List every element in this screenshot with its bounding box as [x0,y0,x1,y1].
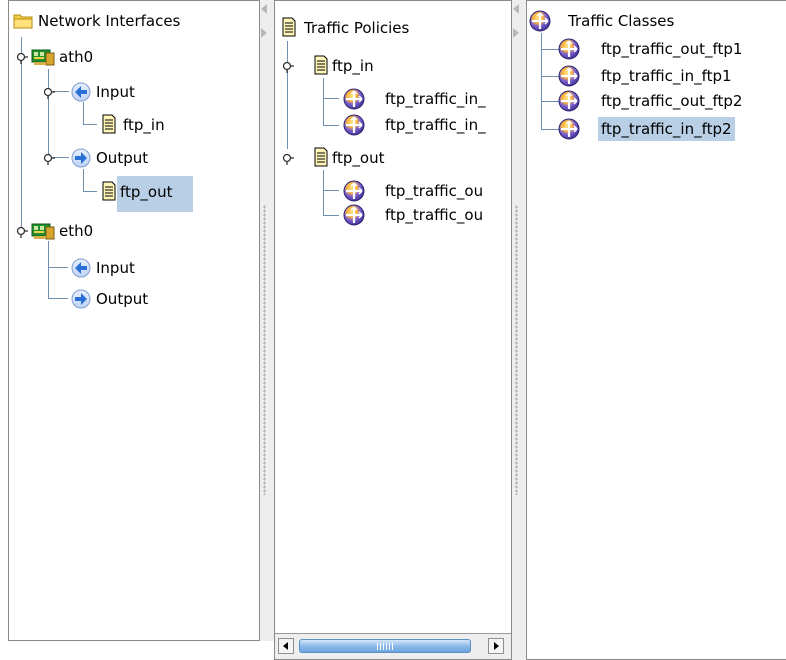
arrow-left-icon [71,258,91,278]
tree-label: ath0 [59,48,94,66]
tree-label: ftp_traffic_in_ftp1 [601,67,732,85]
document-icon [314,55,328,75]
tree-label: ftp_traffic_out_ftp2 [601,92,743,110]
tree-label: ftp_in [332,57,374,75]
globe-icon [558,65,580,87]
tree-label: ftp_traffic_out_ftp1 [601,40,743,58]
tree-node-traffic-class-selected[interactable]: ftp_traffic_in_ftp2 [527,117,786,141]
tree-label: Input [96,259,135,277]
collapse-right-icon[interactable] [513,28,519,38]
chevron-right-icon [494,642,499,650]
scroll-left-button[interactable] [278,638,294,654]
tree-node-eth0[interactable]: eth0 [9,219,209,243]
document-icon [314,147,328,167]
tree-node-traffic-class[interactable]: ftp_traffic_out_ftp2 [527,89,786,113]
tree-node-policy-class[interactable]: ftp_traffic_in_ [275,113,511,137]
globe-icon [343,204,365,226]
expand-toggle-icon[interactable] [280,59,294,73]
horizontal-scrollbar[interactable] [275,633,511,659]
globe-icon [558,38,580,60]
divider-grip-icon [515,205,518,495]
folder-icon [13,14,33,29]
tree-label: Network Interfaces [38,12,181,30]
traffic-classes-pane[interactable]: Traffic Classes ftp_traffic_out_ftp1 ftp… [526,0,786,660]
split-pane-divider[interactable] [260,0,274,641]
tree-node-eth0-input[interactable]: Input [9,256,209,280]
globe-icon [558,90,580,112]
tree-label: Input [96,83,135,101]
expand-toggle-icon[interactable] [41,85,55,99]
tree-label: Traffic Policies [304,19,410,37]
collapse-right-icon[interactable] [261,28,267,38]
tree-node-traffic-class[interactable]: ftp_traffic_out_ftp1 [527,37,786,61]
expand-toggle-icon[interactable] [41,151,55,165]
network-card-icon [31,223,55,240]
traffic-policies-pane[interactable]: Traffic Policies ftp_in ftp_traffic_in_ [274,0,512,660]
arrow-right-icon [71,148,91,168]
tree-label: Traffic Classes [568,12,675,30]
collapse-left-icon[interactable] [261,4,267,14]
divider-grip-icon [263,205,266,495]
arrow-left-icon [71,82,91,102]
tree-node-policy-class[interactable]: ftp_traffic_ou [275,203,511,227]
tree-node-policy-ftp-out[interactable]: ftp_out [275,146,475,170]
globe-icon [558,118,580,140]
document-icon [102,114,116,134]
expand-toggle-icon[interactable] [14,224,28,238]
split-pane-divider[interactable] [512,0,526,660]
scroll-grip-icon [377,643,393,650]
globe-icon [343,88,365,110]
tree-label: ftp_traffic_in_ [385,90,486,108]
expand-toggle-icon[interactable] [280,151,294,165]
chevron-left-icon [283,642,288,650]
tree-node-policy-ftp-in[interactable]: ftp_in [275,54,475,78]
scroll-thumb[interactable] [299,639,471,653]
globe-icon [343,180,365,202]
tree-label: ftp_traffic_ou [385,206,484,224]
expand-toggle-icon[interactable] [14,50,28,64]
tree-label: Output [96,290,149,308]
tree-label-selected: ftp_out [117,176,193,212]
tree-label: ftp_in [123,116,165,134]
document-icon [282,17,296,37]
scroll-right-button[interactable] [488,638,504,654]
globe-icon [343,114,365,136]
tree-label-selected: ftp_traffic_in_ftp2 [598,117,735,141]
tree-node-ath0[interactable]: ath0 [9,45,209,69]
network-interfaces-pane[interactable]: Network Interfaces ath0 Input ftp_in Out… [8,0,260,641]
tree-label: ftp_out [332,149,385,167]
tree-node-ath0-input[interactable]: Input [9,80,209,104]
tree-label: Output [96,149,149,167]
network-card-icon [31,49,55,66]
arrow-right-icon [71,289,91,309]
tree-node-ath0-output[interactable]: Output [9,146,209,170]
globe-icon [529,10,551,32]
tree-node-traffic-class[interactable]: ftp_traffic_in_ftp1 [527,64,786,88]
tree-node-policy-class[interactable]: ftp_traffic_ou [275,179,511,203]
document-icon [102,181,116,201]
collapse-left-icon[interactable] [513,4,519,14]
tree-label: ftp_traffic_in_ [385,116,486,134]
tree-node-eth0-output[interactable]: Output [9,287,209,311]
tree-label: eth0 [59,222,94,240]
tree-node-ath0-input-policy[interactable]: ftp_in [9,113,209,137]
tree-node-policy-class[interactable]: ftp_traffic_in_ [275,87,511,111]
tree-label: ftp_traffic_ou [385,182,484,200]
tree-node-ath0-output-policy[interactable]: ftp_out [9,176,229,212]
